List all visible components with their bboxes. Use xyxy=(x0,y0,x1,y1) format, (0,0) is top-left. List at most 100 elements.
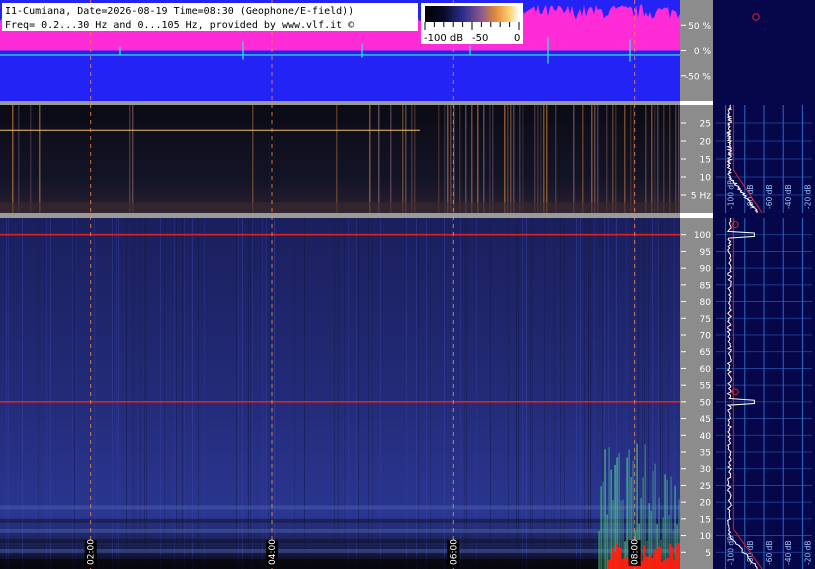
high-spectrogram-streak xyxy=(294,218,295,569)
low-spectrogram-stripe xyxy=(573,105,575,213)
high-spectrogram-streak xyxy=(8,218,9,569)
low-spectrogram-stripe xyxy=(252,105,254,213)
low-spectrogram-stripe xyxy=(651,105,653,213)
low-spectrogram-stripe xyxy=(504,105,506,213)
high-spectrogram-streak xyxy=(126,218,127,569)
high-spectrogram-streak xyxy=(204,218,205,569)
high-spectrogram-streak xyxy=(356,218,357,569)
high-spectrogram-streak xyxy=(238,218,239,569)
low-spectrogram-axis-label: 10 xyxy=(700,174,712,184)
high-spectrogram-red-burst xyxy=(653,550,656,569)
high-spectrogram-streak xyxy=(74,218,75,569)
monitor-graphic: 02:00 04:00 06:00 08:00 50 % 0 % -50 % 25 20 15 1… xyxy=(0,0,815,569)
high-spectrogram-streak xyxy=(554,218,555,569)
high-spectrogram-red-burst xyxy=(657,546,660,569)
high-spectrogram-streak xyxy=(266,218,267,569)
high-spectrogram-red-burst xyxy=(651,558,654,569)
high-spectrogram-band xyxy=(0,548,680,553)
low-spectrogram-stripe xyxy=(663,105,665,213)
high-spectrogram-streak xyxy=(192,218,193,569)
low-spectrogram-stripe xyxy=(606,105,608,213)
header-title: I1-Cumiana, Date=2026-08-19 Time=08:30 (… xyxy=(5,6,354,17)
high-spectrogram-streak xyxy=(372,218,373,569)
high-spectrogram-axis-label: 85 xyxy=(700,281,711,291)
high-frequency-spectrogram xyxy=(0,218,682,569)
axis-separator xyxy=(680,213,713,218)
high-spectrogram-streak xyxy=(94,218,95,569)
low-spectrogram-stripe xyxy=(597,105,599,213)
spectrum-x-label: -40 dB xyxy=(784,540,793,565)
low-spectrogram-stripe xyxy=(129,105,131,213)
high-spectrogram-streak xyxy=(176,218,177,569)
high-spectrogram-red-burst xyxy=(649,555,652,569)
high-spectrogram-streak xyxy=(6,218,7,569)
high-spectrogram-streak xyxy=(182,218,183,569)
colorbar-label-min: -100 dB xyxy=(424,33,463,44)
high-spectrogram-burst-streak xyxy=(666,479,668,569)
low-spectrogram-axis-label: 25 xyxy=(700,120,711,130)
high-spectrogram-streak xyxy=(358,218,359,569)
high-spectrogram-streak xyxy=(76,218,77,569)
high-spectrogram-streak xyxy=(526,218,527,569)
high-spectrogram-red-burst xyxy=(615,543,618,569)
high-spectrogram-axis-label: 60 xyxy=(700,365,712,375)
high-spectrogram-red-burst xyxy=(609,559,612,569)
high-spectrogram-red-burst xyxy=(655,549,658,569)
low-spectrogram-stripe xyxy=(534,105,536,213)
high-spectrogram-axis-label: 5 xyxy=(705,549,711,559)
high-spectrogram-streak xyxy=(368,218,369,569)
high-spectrogram-red-burst xyxy=(671,547,674,569)
high-spectrogram-streak xyxy=(72,218,73,569)
high-spectrogram-streak xyxy=(160,218,161,569)
time-label: 02:00 xyxy=(87,539,97,565)
low-spectrogram-stripe xyxy=(459,105,461,213)
header: I1-Cumiana, Date=2026-08-19 Time=08:30 (… xyxy=(2,3,418,31)
low-spectrogram-stripe xyxy=(615,105,617,213)
high-spectrogram-red-burst xyxy=(647,556,650,569)
high-spectrogram-red-burst xyxy=(673,559,676,569)
high-spectrogram-streak xyxy=(466,218,467,569)
colorbar-gradient xyxy=(425,6,519,22)
axis-separator xyxy=(680,101,713,105)
high-spectrogram-streak xyxy=(50,218,51,569)
high-spectrogram-streak xyxy=(522,218,523,569)
low-spectrogram-stripe xyxy=(378,105,380,213)
high-spectrogram-streak xyxy=(116,218,117,569)
high-spectrogram-streak xyxy=(476,218,477,569)
high-spectrogram-streak xyxy=(338,218,339,569)
high-spectrogram-streak xyxy=(140,218,141,569)
high-spectrogram-axis-label: 40 xyxy=(700,432,712,442)
low-spectrogram-floor xyxy=(0,202,680,213)
low-spectrogram-stripe xyxy=(507,105,509,213)
high-spectrogram-streak xyxy=(464,218,465,569)
high-spectrogram-streak xyxy=(576,218,577,569)
panel-separator xyxy=(0,101,680,105)
high-spectrogram-streak xyxy=(112,218,113,569)
high-spectrogram-axis-label: 35 xyxy=(700,449,711,459)
low-spectrogram-stripe xyxy=(12,105,14,213)
high-spectrogram-streak xyxy=(406,218,407,569)
low-spectrogram-stripe xyxy=(471,105,473,213)
waveform-axis-label: 0 % xyxy=(694,47,712,57)
high-spectrogram-streak xyxy=(198,218,199,569)
spectrum-x-label: -40 dB xyxy=(784,184,793,209)
high-spectrogram-streak xyxy=(508,218,509,569)
high-spectrogram-red-burst xyxy=(661,561,664,569)
high-spectrogram-streak xyxy=(532,218,533,569)
spectrum-x-label: -60 dB xyxy=(765,184,774,209)
low-spectrogram-stripe xyxy=(540,105,542,213)
high-spectrogram-red-burst xyxy=(621,558,624,569)
high-spectrogram-streak xyxy=(380,218,381,569)
low-spectrogram-stripe xyxy=(591,105,593,213)
low-spectrogram-stripe xyxy=(546,105,548,213)
high-spectrogram-streak xyxy=(660,218,661,569)
high-spectrogram-streak xyxy=(274,218,275,569)
high-spectrogram-streak xyxy=(46,218,47,569)
low-spectrogram-stripe xyxy=(390,105,392,213)
low-spectrogram-stripe xyxy=(477,105,479,213)
waveform-axis-label: 50 % xyxy=(688,22,711,32)
low-spectrogram-stripe xyxy=(492,105,494,213)
low-spectrogram-stripe xyxy=(132,105,134,213)
spectrum-x-label: -20 dB xyxy=(803,184,812,209)
high-spectrogram-streak xyxy=(564,218,565,569)
